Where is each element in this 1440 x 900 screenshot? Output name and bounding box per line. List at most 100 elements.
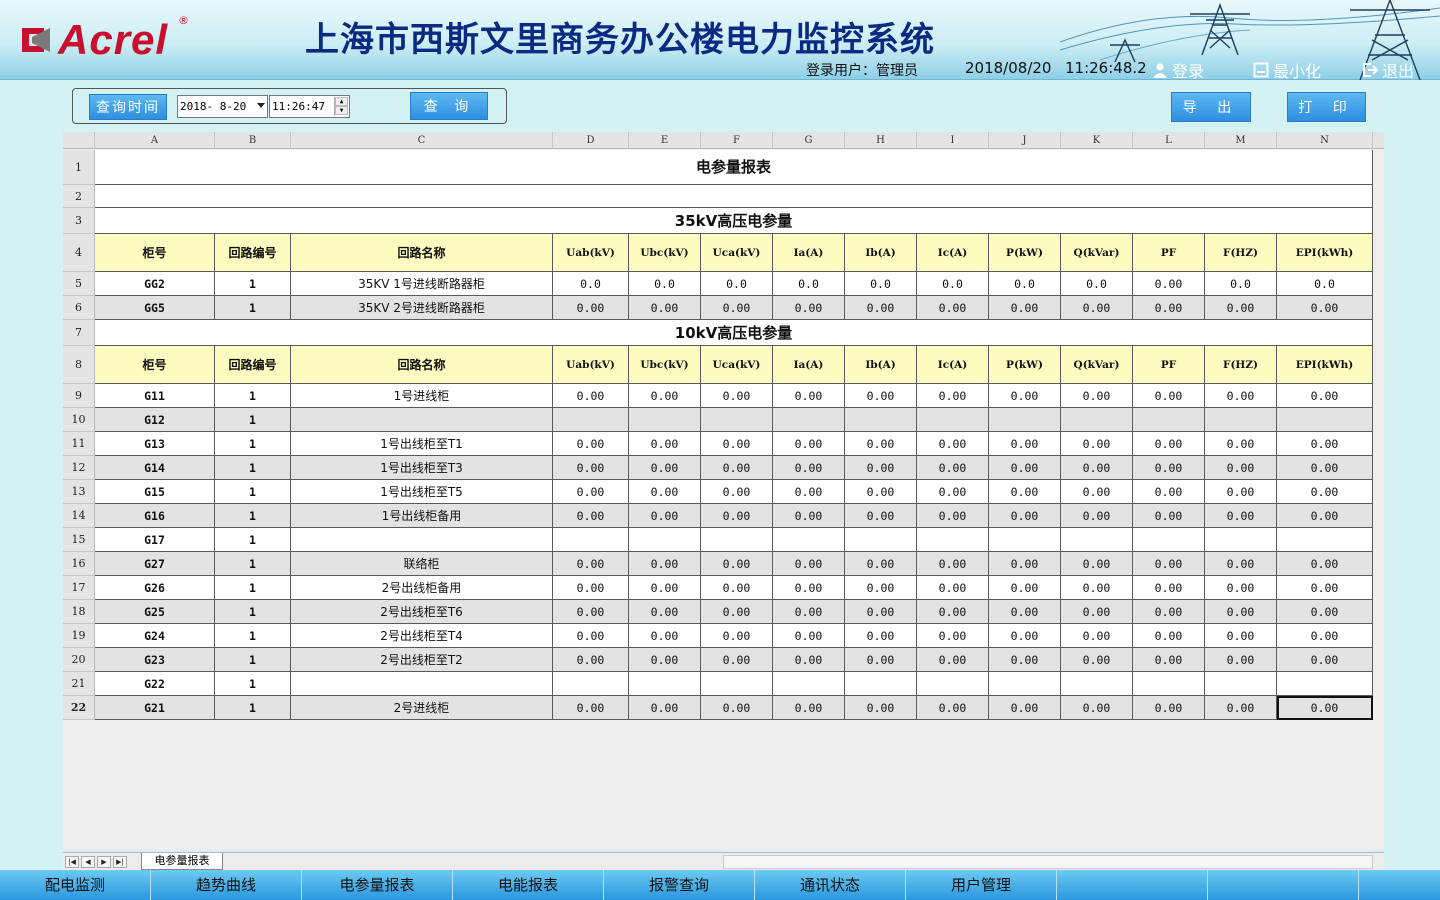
- value-cell[interactable]: 0.00: [917, 648, 989, 672]
- value-cell[interactable]: 0.00: [845, 504, 917, 528]
- value-cell[interactable]: 0.00: [701, 296, 773, 320]
- value-cell[interactable]: 0.00: [773, 384, 845, 408]
- value-cell[interactable]: 0.00: [553, 456, 629, 480]
- row-header[interactable]: 20: [63, 648, 95, 672]
- column-title-cell[interactable]: PF: [1133, 234, 1205, 272]
- value-cell[interactable]: 0.00: [773, 552, 845, 576]
- value-cell[interactable]: [629, 408, 701, 432]
- row-header[interactable]: 5: [63, 272, 95, 296]
- value-cell[interactable]: 0.00: [553, 696, 629, 720]
- value-cell[interactable]: 0.00: [1277, 648, 1373, 672]
- loop-name-cell[interactable]: 1号出线柜至T5: [291, 480, 553, 504]
- value-cell[interactable]: 0.00: [773, 648, 845, 672]
- nav-item-7[interactable]: 用户管理: [906, 870, 1057, 900]
- value-cell[interactable]: 0.00: [1205, 624, 1277, 648]
- value-cell[interactable]: 0.00: [917, 296, 989, 320]
- value-cell[interactable]: 0.00: [1277, 432, 1373, 456]
- value-cell[interactable]: 0.00: [1061, 576, 1133, 600]
- value-cell[interactable]: [1205, 528, 1277, 552]
- value-cell[interactable]: 0.00: [989, 624, 1061, 648]
- nav-item-2[interactable]: 趋势曲线: [151, 870, 302, 900]
- column-title-cell[interactable]: EPI(kWh): [1277, 346, 1373, 384]
- value-cell[interactable]: [1133, 408, 1205, 432]
- value-cell[interactable]: 0.00: [629, 296, 701, 320]
- value-cell[interactable]: 0.0: [989, 272, 1061, 296]
- value-cell[interactable]: [1061, 408, 1133, 432]
- loop-name-cell[interactable]: 1号进线柜: [291, 384, 553, 408]
- loop-name-cell[interactable]: 2号出线柜至T4: [291, 624, 553, 648]
- row-header[interactable]: 4: [63, 234, 95, 272]
- value-cell[interactable]: 0.00: [1277, 504, 1373, 528]
- value-cell[interactable]: 0.00: [917, 432, 989, 456]
- cabinet-id-cell[interactable]: G16: [95, 504, 215, 528]
- row-header[interactable]: 11: [63, 432, 95, 456]
- loop-name-cell[interactable]: 联络柜: [291, 552, 553, 576]
- value-cell[interactable]: 0.0: [1205, 272, 1277, 296]
- query-button[interactable]: 查 询: [410, 92, 488, 120]
- value-cell[interactable]: 0.00: [629, 456, 701, 480]
- value-cell[interactable]: 0.00: [1205, 600, 1277, 624]
- export-button[interactable]: 导 出: [1171, 92, 1251, 122]
- blank-row[interactable]: [95, 185, 1373, 208]
- value-cell[interactable]: 0.00: [1133, 272, 1205, 296]
- value-cell[interactable]: 0.00: [917, 576, 989, 600]
- value-cell[interactable]: 0.00: [701, 576, 773, 600]
- value-cell[interactable]: 0.00: [989, 552, 1061, 576]
- value-cell[interactable]: 0.00: [917, 384, 989, 408]
- loop-number-cell[interactable]: 1: [215, 528, 291, 552]
- value-cell[interactable]: 0.00: [989, 432, 1061, 456]
- value-cell[interactable]: [917, 528, 989, 552]
- value-cell[interactable]: 0.00: [1061, 624, 1133, 648]
- value-cell[interactable]: 0.00: [1277, 624, 1373, 648]
- row-header[interactable]: 22: [63, 696, 95, 720]
- column-title-cell[interactable]: Uca(kV): [701, 346, 773, 384]
- value-cell[interactable]: 0.00: [1133, 552, 1205, 576]
- section-title-10kv[interactable]: 10kV高压电参量: [95, 320, 1373, 346]
- loop-name-cell[interactable]: 2号出线柜备用: [291, 576, 553, 600]
- cabinet-id-cell[interactable]: G22: [95, 672, 215, 696]
- value-cell[interactable]: 0.0: [845, 272, 917, 296]
- value-cell[interactable]: 0.00: [845, 600, 917, 624]
- column-header-f[interactable]: F: [701, 132, 773, 149]
- value-cell[interactable]: 0.00: [989, 296, 1061, 320]
- value-cell[interactable]: 0.00: [1061, 296, 1133, 320]
- spin-down-icon[interactable]: ▼: [335, 106, 348, 115]
- loop-name-cell[interactable]: [291, 408, 553, 432]
- nav-item-9[interactable]: [1208, 870, 1359, 900]
- time-spinner[interactable]: ▲ ▼: [334, 97, 348, 116]
- value-cell[interactable]: 0.00: [553, 480, 629, 504]
- column-title-cell[interactable]: Ib(A): [845, 346, 917, 384]
- value-cell[interactable]: 0.00: [629, 624, 701, 648]
- value-cell[interactable]: 0.00: [629, 552, 701, 576]
- cabinet-id-cell[interactable]: G14: [95, 456, 215, 480]
- value-cell[interactable]: 0.00: [1205, 552, 1277, 576]
- value-cell[interactable]: 0.00: [1277, 552, 1373, 576]
- cabinet-id-cell[interactable]: G24: [95, 624, 215, 648]
- value-cell[interactable]: 0.0: [701, 272, 773, 296]
- value-cell[interactable]: 0.00: [845, 456, 917, 480]
- loop-name-cell[interactable]: 2号出线柜至T2: [291, 648, 553, 672]
- row-header[interactable]: 2: [63, 185, 95, 208]
- value-cell[interactable]: [1061, 672, 1133, 696]
- value-cell[interactable]: [917, 408, 989, 432]
- value-cell[interactable]: 0.00: [553, 296, 629, 320]
- cabinet-id-cell[interactable]: G25: [95, 600, 215, 624]
- value-cell[interactable]: 0.00: [1061, 600, 1133, 624]
- date-picker[interactable]: 2018- 8-20: [177, 95, 268, 118]
- value-cell[interactable]: 0.00: [1061, 432, 1133, 456]
- nav-item-8[interactable]: [1057, 870, 1208, 900]
- row-header[interactable]: 13: [63, 480, 95, 504]
- nav-item-3[interactable]: 电参量报表: [302, 870, 453, 900]
- cabinet-id-cell[interactable]: G27: [95, 552, 215, 576]
- value-cell[interactable]: [701, 408, 773, 432]
- value-cell[interactable]: 0.00: [1133, 296, 1205, 320]
- nav-item-5[interactable]: 报警查询: [604, 870, 755, 900]
- value-cell[interactable]: 0.00: [1277, 696, 1373, 720]
- loop-number-cell[interactable]: 1: [215, 672, 291, 696]
- value-cell[interactable]: 0.00: [1205, 648, 1277, 672]
- column-title-cell[interactable]: Uca(kV): [701, 234, 773, 272]
- value-cell[interactable]: [1205, 672, 1277, 696]
- column-title-cell[interactable]: Ic(A): [917, 234, 989, 272]
- value-cell[interactable]: 0.00: [917, 600, 989, 624]
- row-header[interactable]: 8: [63, 346, 95, 384]
